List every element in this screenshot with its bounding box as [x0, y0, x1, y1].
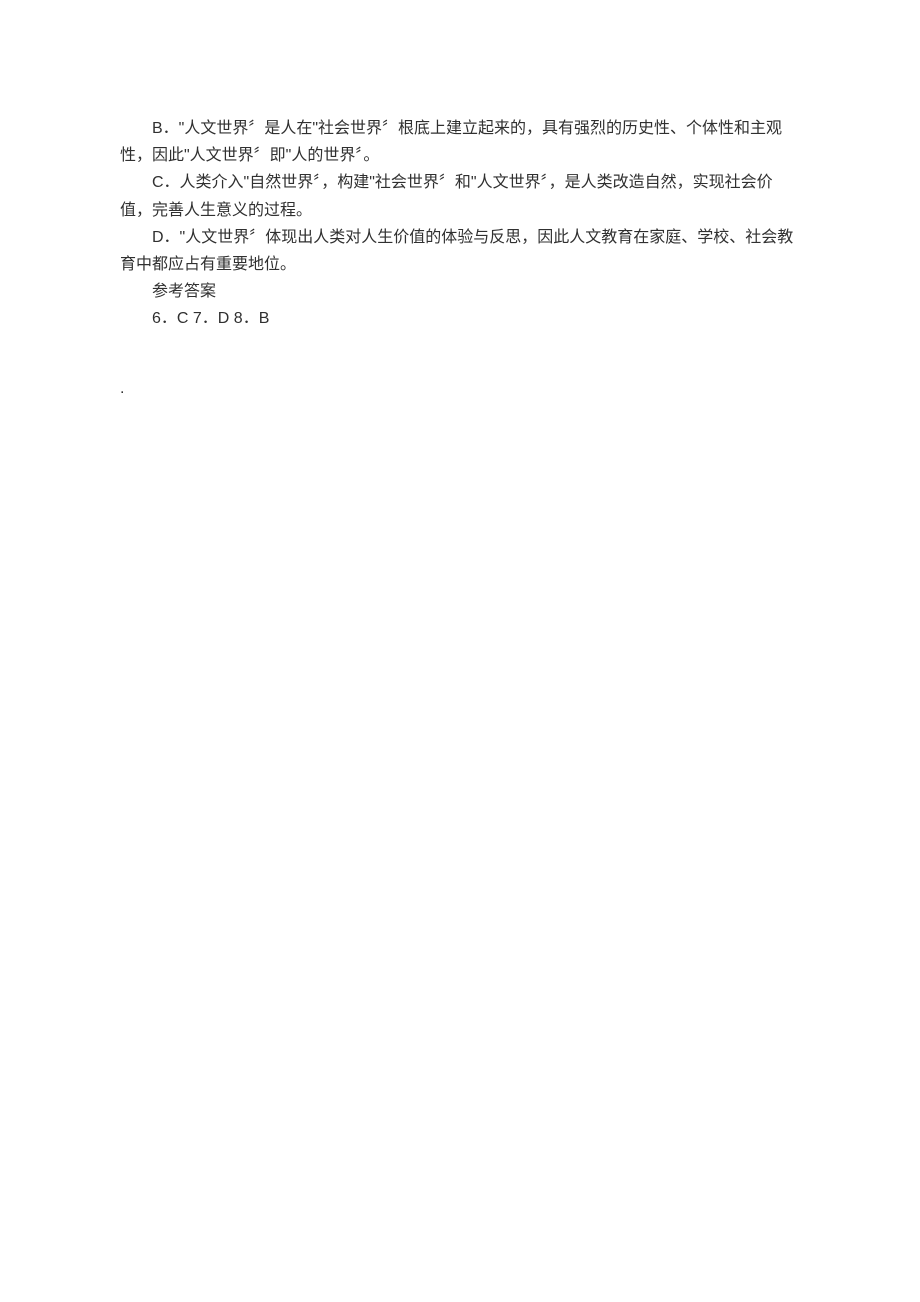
- option-b: B．"人文世界〞是人在"社会世界〞根底上建立起来的，具有强烈的历史性、个体性和主…: [120, 115, 800, 169]
- document-page: B．"人文世界〞是人在"社会世界〞根底上建立起来的，具有强烈的历史性、个体性和主…: [0, 0, 920, 402]
- option-c: C．人类介入"自然世界〞，构建"社会世界〞和"人文世界〞，是人类改造自然，实现社…: [120, 169, 800, 223]
- answers-line: 6．C 7．D 8．B: [120, 305, 800, 332]
- option-d: D．"人文世界〞体现出人类对人生价值的体验与反思，因此人文教育在家庭、学校、社会…: [120, 224, 800, 278]
- trailing-dot: .: [120, 375, 800, 402]
- reference-answer-label: 参考答案: [120, 278, 800, 305]
